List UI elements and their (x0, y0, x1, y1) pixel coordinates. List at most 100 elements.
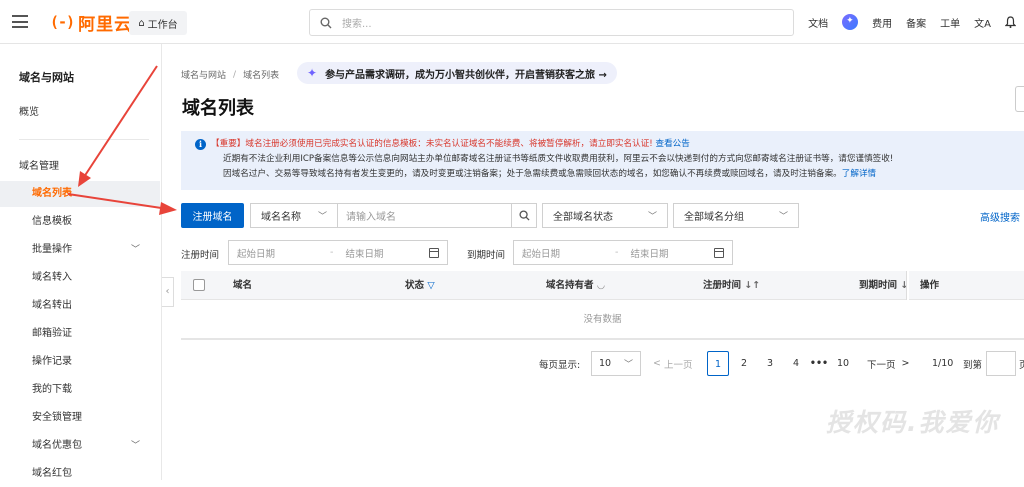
chevron-down-icon: ﹀ (130, 441, 140, 451)
page-ellipsis[interactable]: ••• (808, 351, 830, 376)
notice-learn-more-link[interactable]: 了解详情 (842, 169, 876, 179)
sidebar: 域名与网站 概览 域名管理 域名列表 信息模板 批量操作 ﹀ 域名转入 域名转出 … (0, 44, 162, 480)
per-page-select[interactable]: 10 ﹀ (591, 351, 641, 376)
nav-icp[interactable]: 备案 (906, 15, 926, 30)
keyword-placeholder: 请输入域名 (346, 212, 396, 223)
prev-page-label: 上一页 (663, 359, 693, 371)
nav-ticket[interactable]: 工单 (940, 15, 960, 30)
column-status-label: 状态 (405, 280, 425, 291)
sidebar-item-red-packet[interactable]: 域名红包 (0, 461, 160, 487)
bell-icon[interactable] (1005, 16, 1016, 28)
end-date-placeholder: 结束日期 (345, 248, 384, 260)
sparkle-icon: ✦ (307, 66, 318, 80)
exp-date-range-picker[interactable]: 起始日期 - 结束日期 (513, 240, 733, 265)
promo-text: 参与产品需求调研，成为万小智共创伙伴，开启营销获客之旅 → (325, 69, 607, 81)
page-1-button[interactable]: 1 (707, 351, 729, 376)
sidebar-item-operation-log[interactable]: 操作记录 (0, 349, 160, 375)
reg-date-label: 注册时间 (181, 250, 220, 261)
nav-docs[interactable]: 文档 (808, 15, 828, 30)
next-page-label: 下一页 (867, 359, 896, 371)
info-icon: i (195, 139, 206, 150)
column-status[interactable]: 状态 ▽ (405, 271, 435, 300)
sort-icon[interactable]: ↓↑ (744, 280, 760, 291)
sidebar-item-transfer-out[interactable]: 域名转出 (0, 293, 160, 319)
range-separator: - (330, 247, 334, 258)
empty-state-text: 没有数据 (181, 300, 1024, 340)
breadcrumb-separator: / (233, 69, 237, 80)
next-page-button[interactable]: 下一页 > (867, 351, 910, 376)
search-icon (320, 17, 332, 28)
column-reg-time[interactable]: 注册时间 ↓↑ (703, 271, 760, 300)
select-all-checkbox[interactable] (193, 279, 205, 291)
prev-page-button[interactable]: < 上一页 (653, 351, 693, 376)
goto-page-input[interactable] (986, 351, 1016, 376)
start-date-placeholder: 起始日期 (522, 248, 561, 260)
sidebar-divider (19, 139, 149, 140)
chevron-left-icon: < (653, 358, 664, 369)
page-info: 1/10 (932, 358, 954, 369)
page-2-button[interactable]: 2 (733, 351, 755, 376)
sidebar-item-transfer-in[interactable]: 域名转入 (0, 265, 160, 291)
notice-line-1: 【重要】域名注册必须使用已完成实名认证的信息模板：未实名认证域名不能续费、将被暂… (195, 137, 1024, 152)
promo-banner[interactable]: ✦ 参与产品需求调研，成为万小智共创伙伴，开启营销获客之旅 → (297, 62, 617, 84)
column-reg-time-label: 注册时间 (703, 280, 742, 291)
sidebar-title: 域名与网站 (19, 71, 74, 84)
chevron-right-icon: > (895, 358, 910, 369)
page-4-button[interactable]: 4 (785, 351, 807, 376)
global-search-input[interactable]: 搜索... (309, 9, 794, 36)
range-separator: - (615, 247, 619, 258)
column-exp-time[interactable]: 到期时间 ↓ (859, 271, 908, 300)
table-header: 域名 状态 ▽ 域名持有者 ◡ 注册时间 ↓↑ 到期时间 ↓ 操作 (181, 271, 1024, 300)
breadcrumb: 域名与网站 / 域名列表 (181, 68, 279, 82)
group-select-value: 全部域名分组 (684, 212, 744, 223)
status-select-value: 全部域名状态 (553, 212, 613, 223)
side-panel-tab[interactable] (1015, 86, 1024, 112)
workbench-button[interactable]: ⌂ 工作台 (129, 11, 187, 35)
column-holder-label: 域名持有者 (546, 280, 594, 291)
search-icon (518, 210, 530, 221)
keyword-search-button[interactable] (511, 203, 537, 228)
advanced-search-link[interactable]: 高级搜索 (980, 209, 1020, 224)
sidebar-section-domain-management: 域名管理 (19, 161, 59, 172)
notice-line-2: 近期有不法企业利用ICP备案信息等公示信息向网站主办单位邮寄域名注册证书等纸质文… (223, 154, 894, 164)
domain-group-select[interactable]: 全部域名分组 ﹀ (673, 203, 799, 228)
per-page-label: 每页显示: (539, 359, 581, 371)
sidebar-item-batch-ops[interactable]: 批量操作 ﹀ (0, 237, 160, 263)
calendar-icon (714, 247, 724, 258)
domain-status-select[interactable]: 全部域名状态 ﹀ (542, 203, 668, 228)
search-field-select[interactable]: 域名名称 ﹀ (250, 203, 338, 228)
home-icon: ⌂ (138, 17, 145, 29)
sidebar-item-discount-pack[interactable]: 域名优惠包 ﹀ (0, 433, 160, 459)
sidebar-item-label: 域名优惠包 (32, 440, 82, 451)
collapse-sidebar-button[interactable]: ‹ (162, 277, 174, 307)
nav-billing[interactable]: 费用 (872, 15, 892, 30)
workbench-label: 工作台 (147, 19, 178, 31)
reg-date-range-picker[interactable]: 起始日期 - 结束日期 (228, 240, 448, 265)
search-placeholder: 搜索... (342, 19, 372, 30)
breadcrumb-item[interactable]: 域名与网站 (181, 68, 226, 81)
filter-icon[interactable]: ▽ (427, 280, 434, 291)
ai-assistant-icon[interactable] (842, 14, 859, 30)
sidebar-item-overview[interactable]: 概览 (0, 100, 160, 126)
notice-view-announcement-link[interactable]: 查看公告 (655, 139, 689, 149)
eye-icon[interactable]: ◡ (597, 280, 605, 291)
sidebar-item-domain-list[interactable]: 域名列表 (0, 181, 160, 207)
column-actions: 操作 (920, 280, 940, 291)
domain-keyword-input[interactable]: 请输入域名 (338, 203, 512, 228)
register-domain-button[interactable]: 注册域名 (181, 203, 244, 228)
watermark-text: 授权码.我爱你 (826, 408, 1000, 437)
top-bar: (-) 阿里云 ⌂ 工作台 搜索... 文档 费用 备案 工单 文A (0, 0, 1024, 44)
chevron-down-icon: ﹀ (623, 360, 633, 370)
logo-text: 阿里云 (78, 14, 133, 35)
hamburger-menu-icon[interactable] (12, 15, 28, 28)
page-10-button[interactable]: 10 (832, 351, 854, 376)
sidebar-item-downloads[interactable]: 我的下载 (0, 377, 160, 403)
notice-important-text: 【重要】域名注册必须使用已完成实名认证的信息模板：未实名认证域名不能续费、将被暂… (211, 139, 653, 149)
sidebar-item-security-lock[interactable]: 安全锁管理 (0, 405, 160, 431)
language-icon[interactable]: 文A (974, 15, 991, 30)
sidebar-item-email-verify[interactable]: 邮箱验证 (0, 321, 160, 347)
aliyun-logo[interactable]: (-) 阿里云 (50, 10, 133, 35)
sidebar-item-info-template[interactable]: 信息模板 (0, 209, 160, 235)
page-3-button[interactable]: 3 (759, 351, 781, 376)
search-field-value: 域名名称 (261, 212, 301, 223)
